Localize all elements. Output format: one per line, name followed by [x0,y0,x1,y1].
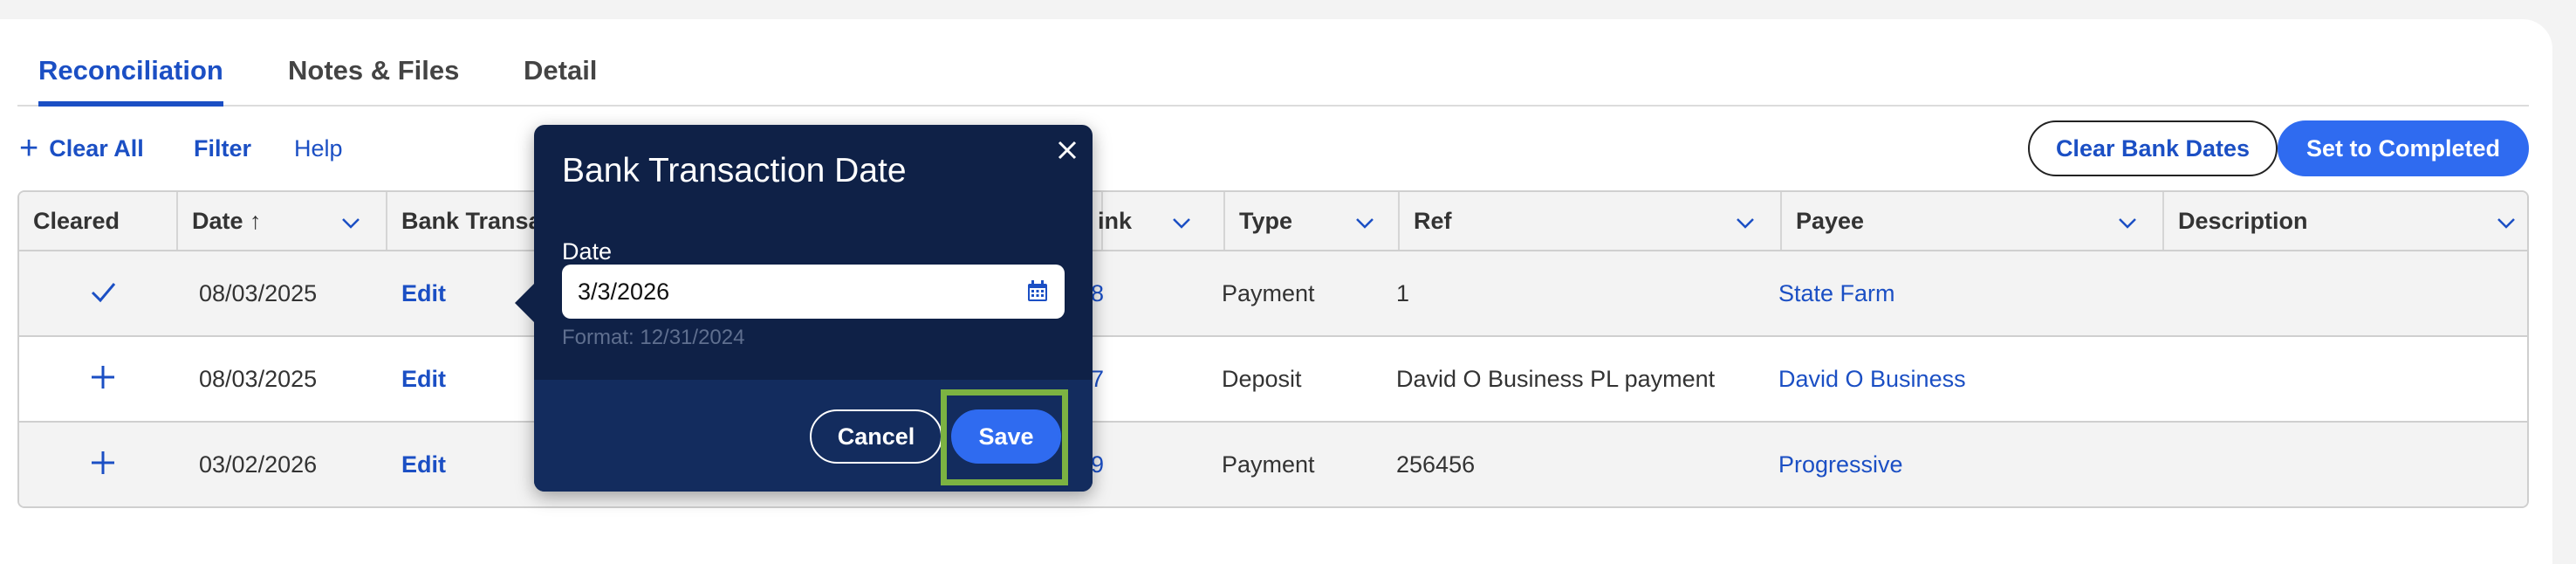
chevron-down-icon[interactable] [340,212,361,233]
column-header-label: Ref [1414,208,1452,234]
calendar-icon[interactable] [1024,279,1051,305]
column-header-label: Payee [1796,208,1865,234]
table-row[interactable]: 08/03/2025 Edit 8 Payment 1 State Farm [19,251,2527,337]
type-cell: Payment [1222,451,1315,478]
tab-detail[interactable]: Detail [524,35,597,107]
ref-cell: 1 [1396,280,1410,306]
column-header-payee[interactable]: Payee [1782,192,2164,250]
ref-cell: David O Business PL payment [1396,366,1716,392]
type-cell: Payment [1222,280,1315,306]
date-cell: 08/03/2025 [199,280,318,306]
popover-title: Bank Transaction Date [562,152,907,189]
link-cell[interactable]: 9 [1091,423,1104,506]
check-icon[interactable] [86,274,120,309]
table-header: Cleared Date ↑ Bank Transa ink Type Ref … [19,192,2527,251]
date-cell: 03/02/2026 [199,451,318,478]
clear-all-label: Clear All [49,135,144,162]
column-header-ref[interactable]: Ref [1400,192,1782,250]
tab-bar: Reconciliation Notes & Files Detail [17,35,2529,107]
column-header-cleared[interactable]: Cleared [19,192,178,250]
ref-cell: 256456 [1396,451,1476,478]
plus-icon[interactable] [86,360,120,395]
column-header-label: ink [1098,208,1133,234]
link-cell[interactable]: 8 [1091,251,1104,335]
date-format-hint: Format: 12/31/2024 [562,326,745,349]
chevron-down-icon[interactable] [1171,212,1192,233]
chevron-down-icon[interactable] [1354,212,1375,233]
set-to-completed-button[interactable]: Set to Completed [2278,120,2529,176]
chevron-down-icon[interactable] [2117,212,2138,233]
date-field-label: Date [562,238,613,265]
column-header-date[interactable]: Date ↑ [178,192,387,250]
tab-notes-files[interactable]: Notes & Files [288,35,459,107]
date-cell: 08/03/2025 [199,366,318,392]
type-cell: Deposit [1222,366,1302,392]
date-field[interactable] [562,265,1065,319]
popover-arrow [515,284,534,322]
column-header-label: Date ↑ [192,208,262,234]
payee-link[interactable]: State Farm [1778,251,1895,335]
clear-bank-dates-button[interactable]: Clear Bank Dates [2028,120,2278,176]
column-header-label: Type [1239,208,1293,234]
column-header-link[interactable]: ink [1084,192,1225,250]
table-row[interactable]: 03/02/2026 Edit 9 Payment 256456 Progres… [19,423,2527,506]
bank-transaction-date-popover: Bank Transaction Date Date Format: 12/31… [515,125,1093,492]
help-link[interactable]: Help [294,131,343,166]
chevron-down-icon[interactable] [2496,212,2517,233]
table-row[interactable]: 08/03/2025 Edit 7 Deposit David O Busine… [19,337,2527,423]
clear-all-button[interactable]: + Clear All [19,131,144,166]
plus-icon[interactable] [86,445,120,480]
column-header-label: Description [2178,208,2308,234]
edit-link[interactable]: Edit [401,251,446,335]
plus-icon: + [19,130,39,167]
edit-link[interactable]: Edit [401,423,446,506]
filter-button[interactable]: Filter [194,131,251,166]
tab-reconciliation[interactable]: Reconciliation [38,35,223,107]
cancel-button[interactable]: Cancel [810,409,942,464]
link-cell[interactable]: 7 [1091,337,1104,421]
payee-link[interactable]: David O Business [1778,337,1966,421]
reconciliation-table: Cleared Date ↑ Bank Transa ink Type Ref … [17,190,2529,508]
column-header-type[interactable]: Type [1225,192,1400,250]
chevron-down-icon[interactable] [1735,212,1756,233]
column-header-description[interactable]: Description [2164,192,2527,250]
payee-link[interactable]: Progressive [1778,423,1903,506]
save-button-highlight [941,389,1068,485]
edit-link[interactable]: Edit [401,337,446,421]
close-icon[interactable] [1054,137,1080,163]
column-header-label: Cleared [33,208,120,234]
column-header-label: Bank Transa [401,208,542,234]
